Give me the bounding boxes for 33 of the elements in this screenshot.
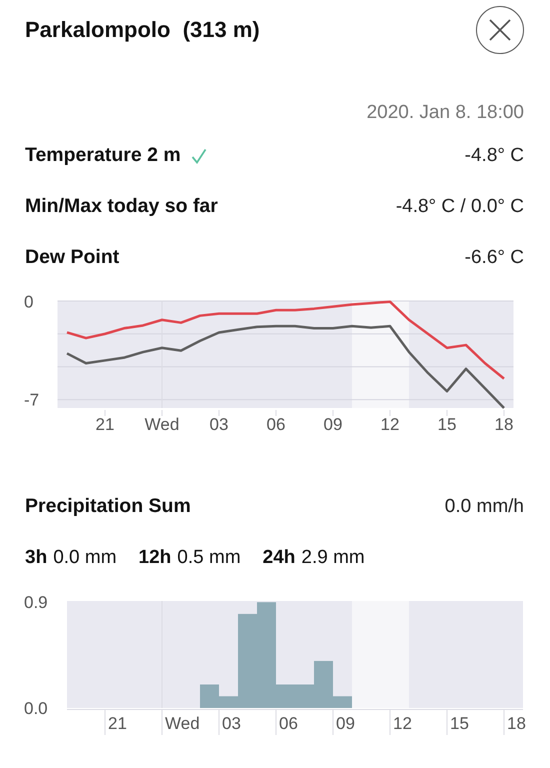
precipitation-label: Precipitation Sum: [25, 495, 191, 518]
axis-label: 03: [210, 415, 228, 434]
precipitation-sum: 3h 0.0 mm: [25, 546, 117, 568]
reading-label: Dew Point: [25, 246, 120, 269]
precipitation-value: 0.0 mm/h: [444, 496, 524, 518]
axis-label: Wed: [165, 714, 200, 733]
reading-value: -4.8° C / 0.0° C: [396, 196, 524, 218]
axis-label: 12: [393, 714, 412, 733]
reading-value: -6.6° C: [464, 246, 524, 268]
axis-label: 12: [380, 415, 400, 434]
precipitation-sum: 12h 0.5 mm: [138, 546, 241, 568]
axis-label: 06: [279, 714, 298, 733]
axis-label: 15: [438, 415, 456, 434]
axis-label: Wed: [144, 415, 180, 434]
axis-label: 15: [450, 714, 469, 733]
reading-label: Min/Max today so far: [25, 195, 218, 218]
axis-label: 09: [336, 714, 355, 733]
station-title: Parkalompolo (313 m): [25, 17, 260, 43]
timestamp: 2020. Jan 8. 18:00: [366, 102, 524, 124]
precipitation-sum: 24h 2.9 mm: [262, 546, 365, 568]
axis-label: 21: [96, 415, 114, 434]
axis-label: 06: [266, 415, 286, 434]
axis-label: 21: [108, 714, 127, 733]
axis-label: 18: [507, 714, 526, 733]
reading-value: -4.8° C: [464, 144, 524, 166]
axis-label: 0.9: [24, 593, 48, 612]
axis-label: 09: [324, 415, 342, 434]
axis-label: 0.0: [24, 699, 48, 718]
reading-label: Temperature 2 m: [25, 144, 181, 167]
axis-label: 0: [24, 292, 34, 312]
axis-label: 03: [222, 714, 241, 733]
axis-label: -7: [24, 390, 40, 410]
axis-label: 18: [494, 415, 514, 434]
